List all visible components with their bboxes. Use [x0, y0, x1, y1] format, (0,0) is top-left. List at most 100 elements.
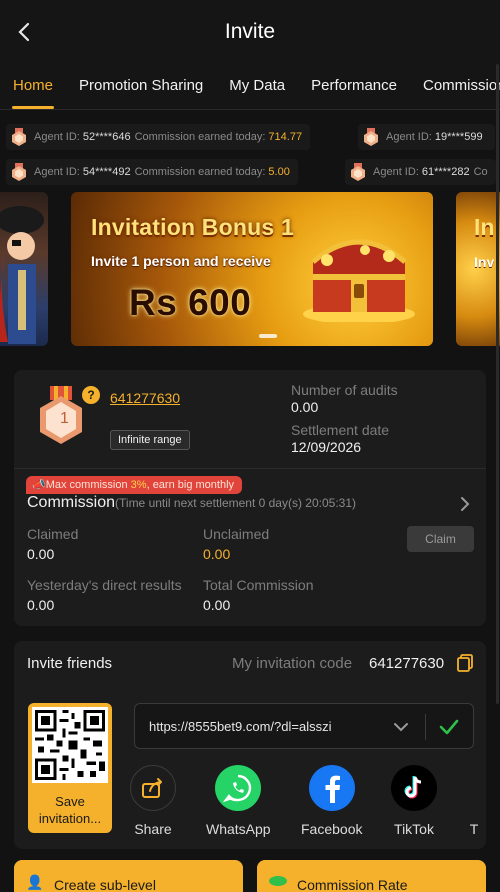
check-icon[interactable] [438, 717, 460, 737]
copy-icon[interactable] [457, 654, 473, 672]
total-commission-label: Total Commission [203, 577, 314, 593]
agent-commission-card: 1 ? 641277630 Infinite range Number of a… [14, 370, 486, 626]
ticker-label: Agent ID: [34, 131, 80, 143]
banner-amount: Rs 600 [129, 282, 252, 323]
invite-page: Invite Home Promotion Sharing My Data Pe… [0, 0, 500, 892]
unclaimed-label: Unclaimed [203, 526, 270, 542]
tiktok-label: TikTok [394, 821, 434, 837]
badge-suffix: , earn big monthly [146, 479, 235, 491]
ticker-id: 19****599 [434, 131, 483, 143]
ticker-item: Agent ID: 54****492 Commission earned to… [6, 159, 298, 185]
banner-next-slide[interactable]: In Inv [456, 192, 500, 346]
whatsapp-share-button[interactable]: WhatsApp [206, 765, 271, 837]
carousel-indicator [259, 334, 277, 338]
invite-friends-card: Invite friends My invitation code 641277… [14, 641, 486, 849]
medal-icon [12, 128, 26, 146]
claim-button[interactable]: Claim [407, 526, 474, 552]
commission-header[interactable]: Commission(Time until next settlement 0 … [27, 494, 356, 512]
range-badge: Infinite range [110, 430, 190, 450]
share-button[interactable]: Share [130, 765, 176, 837]
tab-home[interactable]: Home [0, 64, 66, 109]
tiktok-share-button[interactable]: TikTok [391, 765, 437, 837]
divider [425, 714, 426, 740]
share-icon [130, 765, 176, 811]
user-icon: 👤 [26, 874, 44, 890]
ticker-item: Agent ID: 52****646 Commission earned to… [6, 124, 311, 150]
share-label: Share [134, 821, 172, 837]
ticker-commission-label: Commission earned today: [134, 131, 266, 143]
claimed-value: 0.00 [27, 546, 55, 562]
yesterday-label: Yesterday's direct results [27, 577, 182, 593]
whatsapp-label: WhatsApp [206, 821, 271, 837]
yesterday-value: 0.00 [27, 597, 55, 613]
claimed-label: Claimed [27, 526, 79, 542]
max-commission-badge: 📣Max commission 3%, earn big monthly [26, 476, 243, 494]
banner-invitation-bonus[interactable]: Invitation Bonus 1 Invite 1 person and r… [71, 192, 433, 346]
divider [14, 468, 486, 469]
ticker-item: Agent ID: 61****282 Co [345, 159, 496, 185]
whatsapp-icon [215, 765, 262, 811]
banner-carousel[interactable]: Invitation Bonus 1 Invite 1 person and r… [0, 190, 500, 360]
invitation-link: https://8555bet9.com/?dl=alsszi [149, 719, 332, 734]
page-title: Invite [224, 20, 276, 43]
invitation-code: 641277630 [369, 655, 445, 672]
medal-icon [364, 128, 378, 146]
help-icon[interactable]: ? [82, 386, 100, 404]
rank-number: 1 [60, 410, 69, 427]
chevron-down-icon[interactable] [393, 720, 409, 734]
medal-icon [351, 163, 365, 181]
audits-label: Number of audits [291, 382, 398, 398]
badge-prefix: Max commission [45, 479, 131, 491]
commission-rate-label: Commission Rate [297, 877, 408, 892]
more-share-button[interactable]: T [464, 765, 484, 837]
pirate-character-image [0, 206, 44, 344]
save-invitation-button[interactable]: Save invitation... [28, 703, 112, 833]
settlement-value: 12/09/2026 [291, 439, 362, 455]
save-invitation-label-line2: invitation... [38, 811, 102, 826]
back-button[interactable] [10, 18, 38, 46]
badge-percent: 3% [130, 479, 147, 491]
commission-title: Commission [27, 494, 116, 511]
chevron-left-icon [18, 22, 30, 42]
banner-prev-slide[interactable] [0, 192, 48, 346]
megaphone-icon: 📣 [32, 479, 46, 491]
chevron-right-icon[interactable] [458, 496, 472, 512]
save-invitation-label: Save invitation... [28, 793, 112, 827]
commission-ticker: Agent ID: 52****646 Commission earned to… [0, 110, 500, 190]
ticker-commission-label: Commission earned today: [134, 166, 266, 178]
rate-icon [269, 876, 287, 886]
ticker-id: 52****646 [82, 131, 131, 143]
tab-performance[interactable]: Performance [298, 64, 410, 109]
invitation-code-label: My invitation code [232, 655, 353, 672]
tiktok-icon [391, 765, 437, 811]
facebook-label: Facebook [301, 821, 363, 837]
scrollbar[interactable] [496, 64, 499, 704]
ticker-item: Agent ID: 19****599 [358, 124, 495, 150]
tab-my-data[interactable]: My Data [216, 64, 298, 109]
tab-promotion-sharing[interactable]: Promotion Sharing [66, 64, 216, 109]
ticker-label: Agent ID: [373, 166, 419, 178]
agent-id[interactable]: 641277630 [110, 390, 180, 406]
commission-rate-button[interactable]: Commission Rate [257, 860, 486, 892]
header-bar: Invite [0, 0, 500, 64]
tab-bar: Home Promotion Sharing My Data Performan… [0, 64, 500, 110]
treasure-chest-image [303, 239, 415, 322]
invitation-link-field[interactable]: https://8555bet9.com/?dl=alsszi [134, 703, 474, 749]
medal-icon [12, 163, 26, 181]
audits-value: 0.00 [291, 399, 319, 415]
banner-title: Invitation Bonus 1 [91, 214, 294, 240]
facebook-share-button[interactable]: Facebook [301, 765, 362, 837]
settlement-countdown: (Time until next settlement 0 day(s) 20:… [115, 496, 357, 510]
qr-code-image [32, 707, 108, 783]
settlement-label: Settlement date [291, 422, 390, 438]
ticker-amount: 714.77 [268, 131, 303, 143]
tab-commission[interactable]: Commission [410, 64, 500, 109]
bottom-actions: 👤 Create sub-level Commission Rate [0, 860, 500, 892]
facebook-icon [308, 765, 355, 811]
create-sub-level-label: Create sub-level [54, 877, 156, 892]
create-sub-level-button[interactable]: 👤 Create sub-level [14, 860, 243, 892]
banner-peek-title: In [474, 214, 495, 240]
total-commission-value: 0.00 [203, 597, 231, 613]
invite-title: Invite friends [27, 655, 113, 672]
ticker-label: Agent ID: [34, 166, 80, 178]
